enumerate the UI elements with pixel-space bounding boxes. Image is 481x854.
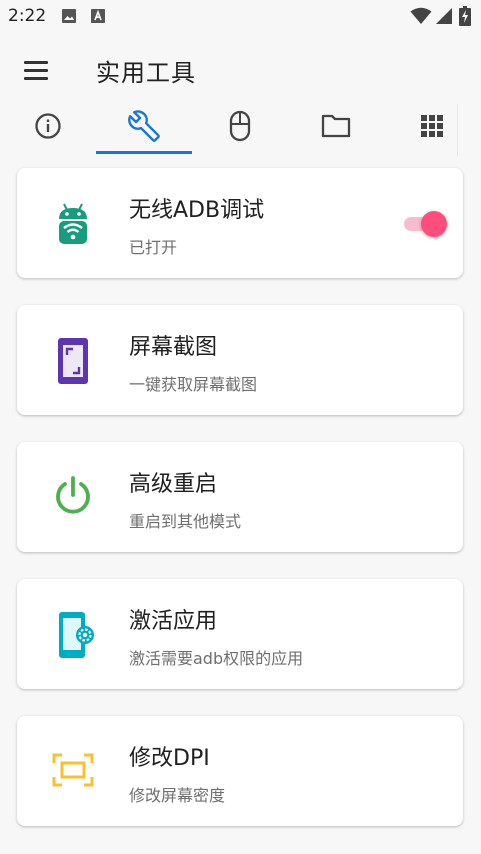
wrench-icon <box>128 110 160 146</box>
dpi-frame-icon <box>51 752 95 796</box>
tool-card-modify-dpi[interactable]: 修改DPI 修改屏幕密度 <box>17 716 463 826</box>
power-icon <box>51 474 95 518</box>
tab-files[interactable] <box>288 100 384 156</box>
status-bar: 2:22 <box>0 0 481 32</box>
phone-settings-icon <box>57 611 101 658</box>
card-subtitle: 修改屏幕密度 <box>129 786 226 805</box>
menu-icon-bar <box>24 77 48 80</box>
status-time: 2:22 <box>8 6 47 26</box>
font-a-icon <box>90 8 106 28</box>
app-bar: 实用工具 <box>0 40 481 100</box>
wireless-adb-toggle[interactable] <box>402 208 450 240</box>
tab-apps[interactable] <box>384 100 480 156</box>
card-title: 屏幕截图 <box>129 335 218 360</box>
folder-icon <box>321 113 351 143</box>
tool-card-screenshot[interactable]: 屏幕截图 一键获取屏幕截图 <box>17 305 463 415</box>
card-title: 激活应用 <box>129 609 218 634</box>
menu-button[interactable] <box>18 52 58 88</box>
tool-card-activate-app[interactable]: 激活应用 激活需要adb权限的应用 <box>17 579 463 689</box>
card-subtitle: 激活需要adb权限的应用 <box>129 649 304 668</box>
battery-charging-icon <box>459 6 471 30</box>
grid-icon <box>420 114 444 142</box>
wifi-icon <box>410 7 432 29</box>
signal-icon <box>435 7 453 29</box>
mouse-icon <box>228 110 252 146</box>
card-title: 修改DPI <box>129 746 210 771</box>
tool-card-wireless-adb[interactable]: 无线ADB调试 已打开 <box>17 168 463 278</box>
screenshot-icon <box>55 337 99 384</box>
page-title: 实用工具 <box>96 59 196 87</box>
menu-icon <box>24 61 48 64</box>
toggle-thumb <box>421 211 447 237</box>
card-title: 无线ADB调试 <box>129 198 265 223</box>
image-icon <box>61 8 77 28</box>
info-icon <box>34 112 62 144</box>
tab-mouse[interactable] <box>192 100 288 156</box>
tab-bar-edge <box>457 104 458 156</box>
android-wifi-icon <box>51 200 95 244</box>
tab-tools[interactable] <box>96 100 192 156</box>
card-subtitle: 重启到其他模式 <box>129 512 242 531</box>
menu-icon-bar <box>24 69 48 72</box>
card-title: 高级重启 <box>129 472 218 497</box>
tab-indicator <box>96 151 192 154</box>
tab-bar <box>0 100 460 156</box>
tool-card-advanced-reboot[interactable]: 高级重启 重启到其他模式 <box>17 442 463 552</box>
card-subtitle: 一键获取屏幕截图 <box>129 375 258 394</box>
tab-info[interactable] <box>0 100 96 156</box>
card-subtitle: 已打开 <box>129 238 178 257</box>
